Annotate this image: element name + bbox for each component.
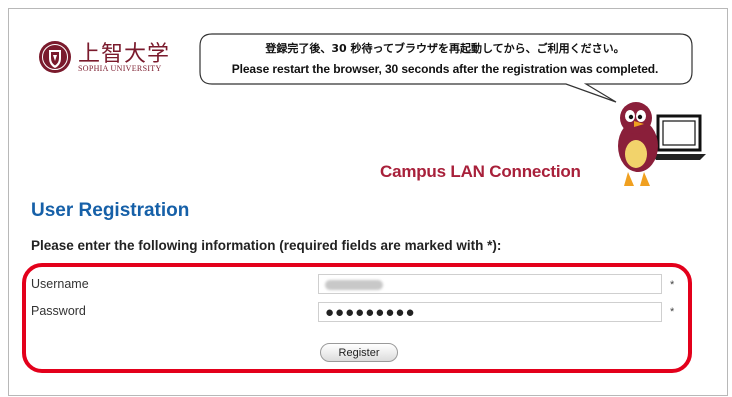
form-instructions: Please enter the following information (… — [31, 238, 502, 253]
username-required-mark: * — [670, 279, 675, 291]
password-input[interactable]: ●●●●●●●●● — [318, 302, 662, 322]
password-label: Password — [31, 304, 86, 318]
register-button[interactable]: Register — [320, 343, 398, 362]
sophia-crest-icon — [39, 41, 71, 73]
university-logo[interactable]: 上智大学 SOPHIA UNIVERSITY — [38, 38, 178, 78]
campus-lan-banner: Campus LAN Connection — [380, 162, 581, 181]
blurred-username-value — [325, 280, 383, 290]
username-input[interactable] — [318, 274, 662, 294]
bird-mascot-icon — [618, 102, 706, 186]
username-label: Username — [31, 277, 89, 291]
notice-text-jp: 登録完了後、30 秒待ってブラウザを再起動してから、ご利用ください。 — [265, 42, 625, 55]
password-required-mark: * — [670, 306, 675, 318]
university-name-en: SOPHIA UNIVERSITY — [78, 64, 162, 73]
page-title: User Registration — [31, 200, 190, 221]
notice-text-en: Please restart the browser, 30 seconds a… — [231, 62, 659, 76]
